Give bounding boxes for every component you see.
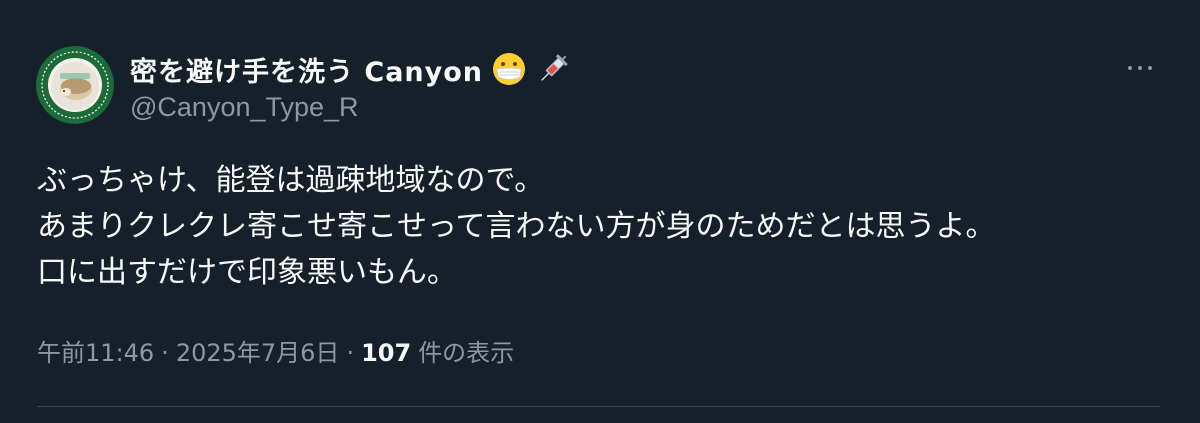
views-count[interactable]: 107 — [361, 339, 411, 367]
face-with-medical-mask-icon — [491, 51, 527, 87]
tweet-text-line: あまりクレクレ寄こせ寄こせって言わない方が身のためだとは思うよ。 — [37, 209, 996, 244]
author-handle[interactable]: @Canyon_Type_R — [130, 92, 571, 123]
more-dot-icon — [1138, 66, 1142, 70]
meta-separator: · — [161, 339, 169, 367]
tweet-card: 密を避け手を洗う Canyon @Canyon_Type_R ぶっちゃけ、能登は… — [0, 0, 1200, 423]
more-options-button[interactable] — [1118, 52, 1162, 84]
divider — [37, 406, 1160, 407]
tweet-time[interactable]: 午前11:46 — [37, 333, 154, 368]
tweet-text-line: 口に出すだけで印象悪いもん。 — [37, 255, 457, 290]
tweet-meta: 午前11:46 · 2025年7月6日 · 107 件の表示 — [37, 333, 514, 368]
author-name-row: 密を避け手を洗う Canyon — [130, 48, 571, 90]
views-label: 件の表示 — [418, 339, 515, 367]
more-dot-icon — [1128, 66, 1132, 70]
avatar[interactable] — [36, 46, 114, 124]
syringe-icon — [535, 51, 571, 87]
display-name[interactable]: 密を避け手を洗う Canyon — [130, 50, 483, 89]
meta-separator: · — [346, 339, 355, 367]
tweet-date[interactable]: 2025年7月6日 — [176, 333, 340, 368]
author-block: 密を避け手を洗う Canyon @Canyon_Type_R — [130, 48, 571, 123]
avatar-hedgehog-badge-icon — [36, 46, 114, 124]
tweet-text: ぶっちゃけ、能登は過疎地域なので。 あまりクレクレ寄こせ寄こせって言わない方が身… — [37, 158, 1167, 296]
more-dot-icon — [1148, 66, 1152, 70]
tweet-text-line: ぶっちゃけ、能登は過疎地域なので。 — [37, 163, 545, 198]
